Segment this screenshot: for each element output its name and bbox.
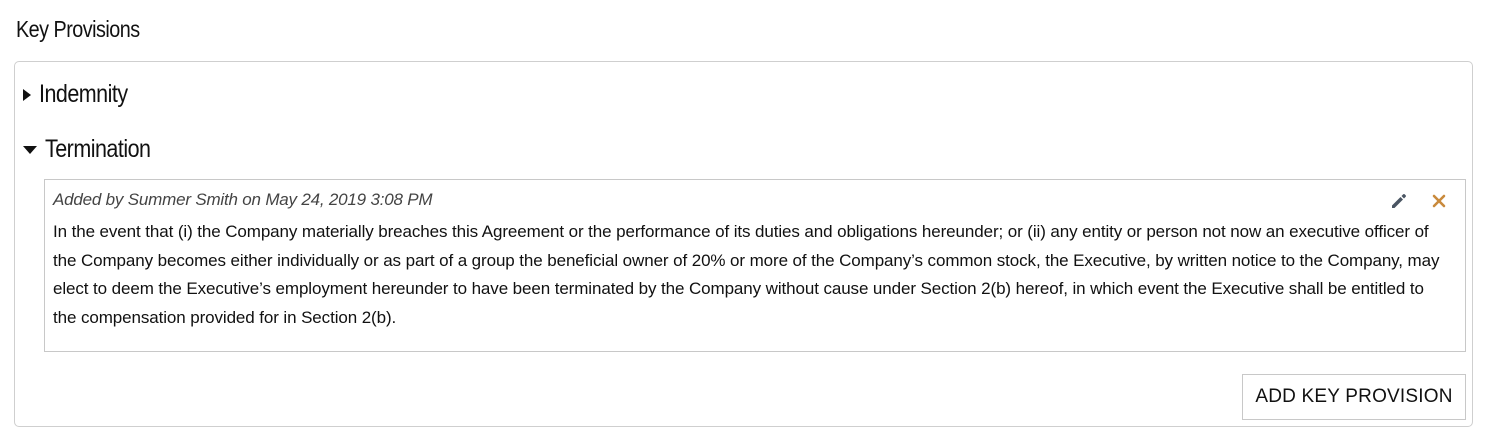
accordion-item-termination[interactable]: Termination: [23, 135, 168, 164]
accordion-item-indemnity[interactable]: Indemnity: [23, 80, 142, 109]
entry-text: In the event that (i) the Company materi…: [53, 222, 1440, 327]
entry-meta: Added by Summer Smith on May 24, 2019 3:…: [53, 190, 433, 209]
key-provisions-panel: Indemnity Termination Added by Summer Sm…: [14, 61, 1473, 427]
caret-down-icon: [23, 145, 37, 154]
provision-entry: Added by Summer Smith on May 24, 2019 3:…: [44, 179, 1466, 352]
section-title: Key Provisions: [16, 16, 140, 42]
key-provisions-page: Key Provisions Indemnity Termination Add…: [0, 0, 1487, 437]
add-key-provision-button[interactable]: ADD KEY PROVISION: [1242, 374, 1466, 420]
accordion-label: Indemnity: [39, 80, 128, 108]
pencil-icon[interactable]: [1388, 190, 1410, 212]
close-icon[interactable]: [1428, 190, 1450, 212]
caret-right-icon: [23, 88, 31, 101]
accordion-label: Termination: [45, 135, 151, 163]
